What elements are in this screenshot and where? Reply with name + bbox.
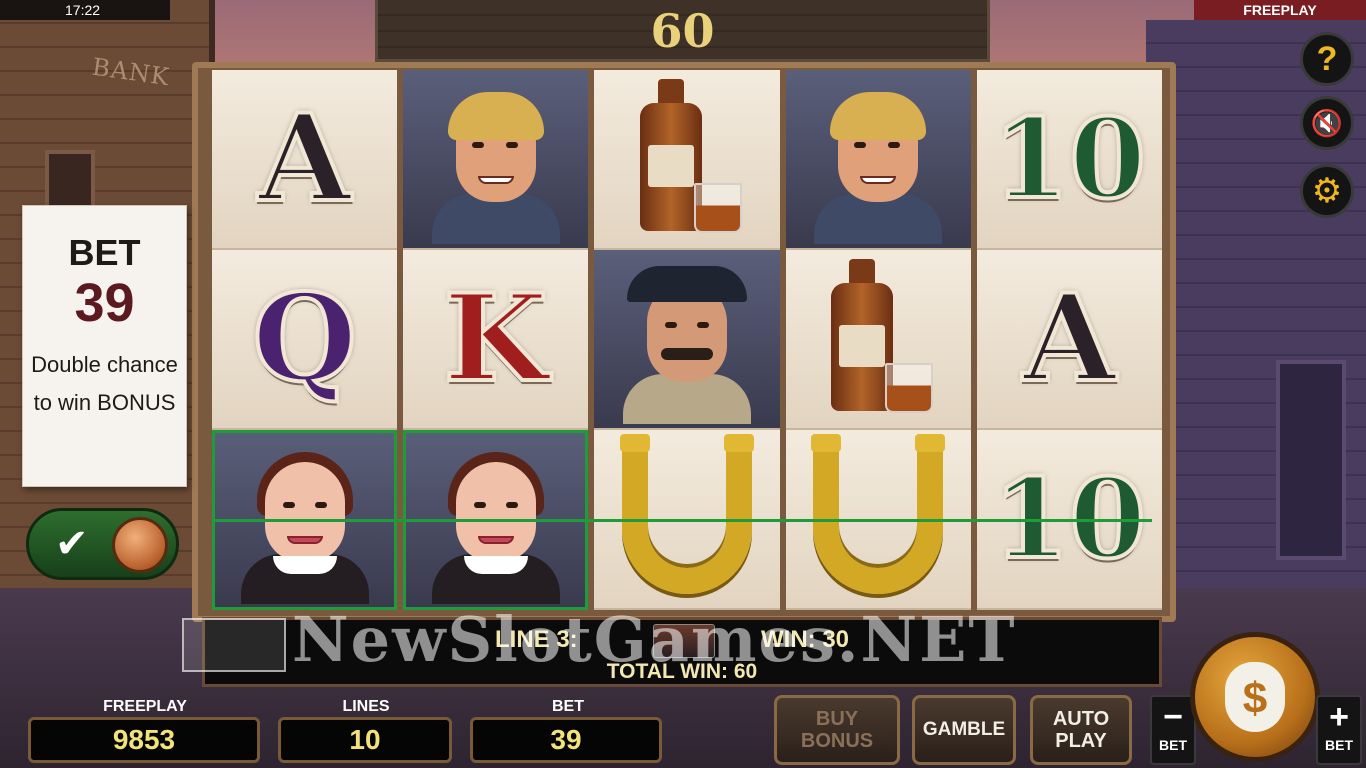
outlaw-icon	[426, 84, 566, 244]
freeplay-value: 9853	[28, 717, 260, 763]
bet-plus-button[interactable]: + BET	[1316, 695, 1362, 765]
symbol-10: 10	[976, 70, 1163, 250]
freeplay-label: FREEPLAY	[103, 698, 187, 715]
bet-label: BET	[552, 698, 584, 715]
clock: 17:22	[0, 0, 170, 20]
gamble-button[interactable]: GAMBLE	[912, 695, 1016, 765]
bet-card: BET 39 Double chance to win BONUS	[22, 205, 187, 487]
mode-badge: FREEPLAY	[1194, 0, 1366, 20]
reel-5: 10 A 10	[976, 70, 1163, 610]
symbol-whiskey	[785, 250, 971, 430]
win-line	[212, 519, 1152, 522]
check-icon: ✔	[55, 522, 89, 566]
bet-minus-button[interactable]: − BET	[1150, 695, 1196, 765]
symbol-a: A	[976, 250, 1163, 430]
minus-icon: −	[1163, 698, 1183, 736]
symbol-a: A	[212, 70, 398, 250]
win-line-label: LINE 3:	[495, 626, 578, 653]
sheriff-icon	[617, 264, 757, 424]
plus-icon: +	[1329, 698, 1349, 736]
reel-2: K	[403, 70, 589, 610]
double-chance-toggle[interactable]: ✔	[26, 508, 179, 580]
symbol-sheriff	[594, 250, 780, 430]
lady-symbol-thumbnail	[653, 624, 715, 658]
top-win-value: 60	[650, 4, 715, 58]
lines-label: LINES	[342, 698, 390, 715]
bet-value: 39	[470, 717, 662, 763]
win-info-panel: LINE 3: WIN: 30 TOTAL WIN: 60	[202, 617, 1162, 687]
reels: A Q K 10 A 10	[212, 70, 1163, 610]
symbol-q: Q	[212, 250, 398, 430]
reel-1: A Q	[212, 70, 398, 610]
line-win-amount: WIN: 30	[761, 626, 850, 653]
total-win: TOTAL WIN: 60	[606, 660, 758, 683]
top-win-sign: 60	[375, 0, 990, 62]
lines-value[interactable]: 10	[278, 717, 452, 763]
toggle-knob[interactable]	[112, 517, 168, 573]
outlaw-icon	[808, 84, 948, 244]
settings-button[interactable]: ⚙	[1300, 164, 1354, 218]
sound-button[interactable]: 🔇	[1300, 96, 1354, 150]
bet-card-amount: 39	[74, 273, 135, 333]
building-window	[45, 150, 95, 210]
symbol-whiskey	[594, 70, 780, 250]
whiskey-icon	[622, 79, 752, 239]
help-icon: ?	[1316, 39, 1338, 78]
whiskey-icon	[813, 259, 943, 419]
bet-card-text: Double chance to win BONUS	[31, 352, 178, 415]
symbol-k: K	[403, 250, 589, 430]
money-bag-icon: $	[1225, 662, 1285, 732]
auto-play-button[interactable]: AUTO PLAY	[1030, 695, 1132, 765]
symbol-outlaw	[785, 70, 971, 250]
building-door	[1276, 360, 1346, 560]
help-button[interactable]: ?	[1300, 32, 1354, 86]
gear-icon: ⚙	[1311, 172, 1343, 210]
sound-muted-icon: 🔇	[1310, 107, 1344, 138]
reel-4	[785, 70, 971, 610]
symbol-outlaw	[403, 70, 589, 250]
bet-card-title: BET	[68, 232, 141, 273]
reel-3	[594, 70, 780, 610]
spin-button[interactable]: $	[1190, 632, 1320, 762]
bank-sign: BANK	[90, 52, 172, 92]
buy-bonus-button[interactable]: BUY BONUS	[774, 695, 900, 765]
